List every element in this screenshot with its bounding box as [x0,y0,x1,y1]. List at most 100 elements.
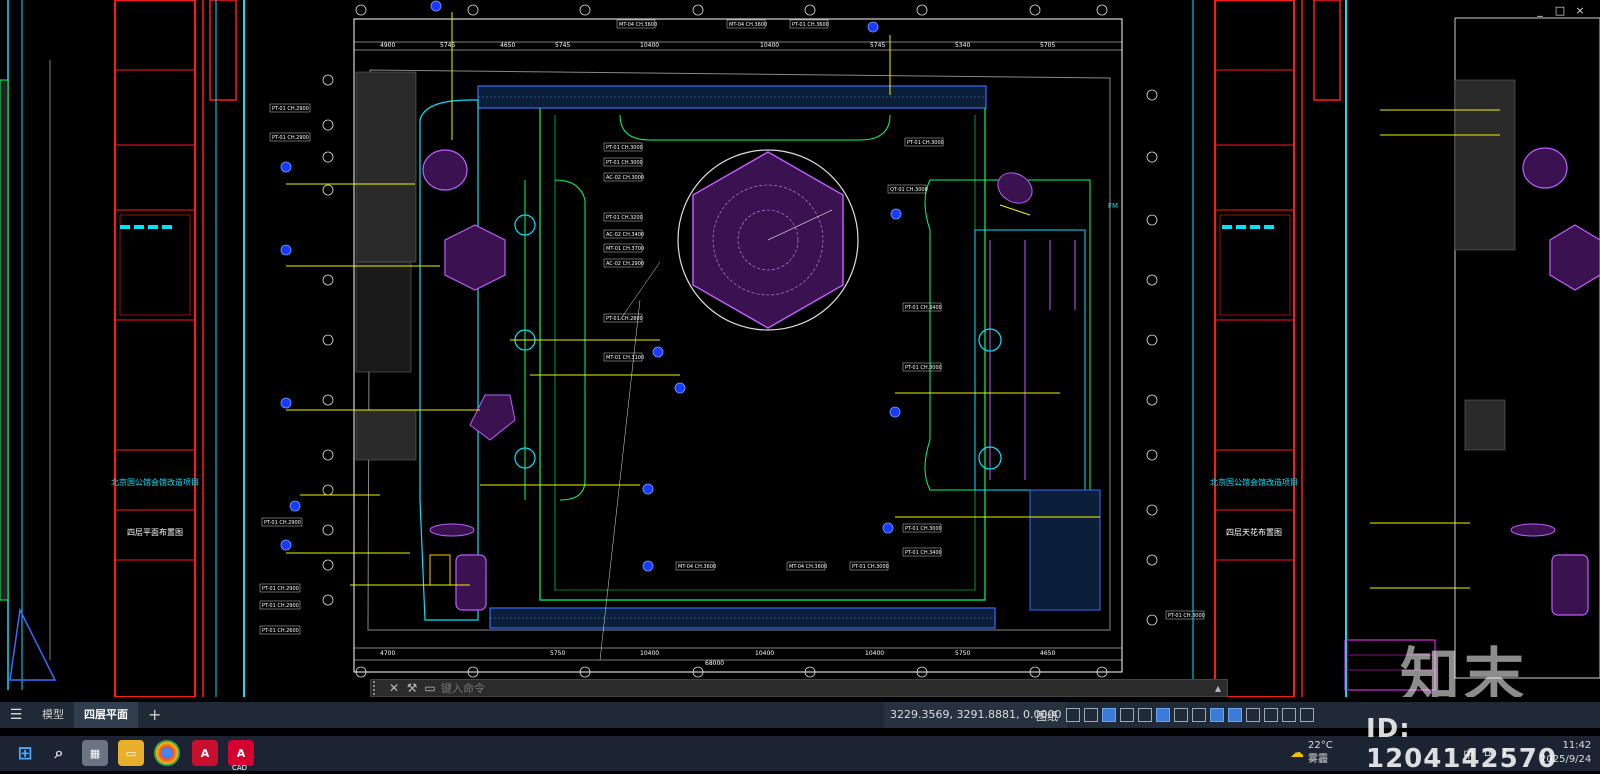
svg-text:5745: 5745 [870,42,885,49]
tag-mid-7: AC-02 CH.2900 [603,258,644,268]
svg-text:PT-01 CH.2900: PT-01 CH.2900 [262,586,299,592]
svg-text:PT-01 CH.3400: PT-01 CH.3400 [905,550,942,556]
status-toggle-icons: 图纸 [1036,702,1314,728]
tag-mid-2: PT-01 CH.3000 [603,157,643,167]
watermark-logo: 知末 [1400,642,1528,697]
command-line-grip[interactable] [373,681,381,695]
tag-mid-6: MT-01 CH.3700 [603,243,644,253]
svg-text:5745: 5745 [555,42,570,49]
close-icon[interactable]: ✕ [385,681,403,695]
paper-label[interactable]: 图纸 [1036,708,1058,723]
tag-left-2: PT-01 CH.2900 [269,132,311,142]
watermark-id: ID: 1204142570 [1366,714,1557,774]
tag-left-6: PT-01 CH.2600 [259,625,301,635]
right-partial-sheet [1344,17,1600,691]
bottom-dimension-labels: 4700 5750 10400 10400 10400 5750 4650 68… [380,650,1055,667]
chevron-up-icon[interactable]: ▴ [1209,681,1227,695]
svg-text:PT-01 CH.3000: PT-01 CH.3000 [905,526,942,532]
minimize-button[interactable]: _ [1534,4,1546,17]
lineweight-icon[interactable] [1192,708,1206,722]
svg-text:AC-02 CH.2900: AC-02 CH.2900 [606,261,644,267]
tag-left-3: PT-01 CH.2900 [261,517,303,527]
svg-text:AC-02 CH.3400: AC-02 CH.3400 [606,232,644,238]
cad-drawing-canvas[interactable]: 北京国公馆会馆改造项目 四层平面布置图 4900 5745 4650 5745 … [0,0,1600,697]
tag-left-4: PT-01 CH.2900 [259,583,301,593]
svg-text:10400: 10400 [640,42,659,49]
add-layout-button[interactable]: + [138,702,171,728]
svg-text:4700: 4700 [380,650,395,657]
close-button[interactable]: × [1574,4,1586,17]
tag-right-5: PT-01 CH.3000 [902,523,942,533]
weather-icon[interactable]: ☁ [1284,740,1310,766]
svg-text:10400: 10400 [640,650,659,657]
windows-taskbar: ⊞ ⌕ ▦ ▭ A A CAD ☁ 22°C 雾霾 ^ 中 ⌂ ♪ 11:42 … [0,736,1600,772]
tag-left-5: PT-01 CH.2900 [259,600,301,610]
customize-icon[interactable] [1300,708,1314,722]
window-controls: _ □ × [1534,4,1586,17]
svg-text:PT-01 CH.2900: PT-01 CH.2900 [272,106,309,112]
svg-text:AC-02 CH.3000: AC-02 CH.3000 [606,175,644,181]
svg-text:4650: 4650 [500,42,515,49]
tag-mid-3: AC-02 CH.3000 [603,172,644,182]
command-line: ✕ ⚒ ▭ ▴ [370,679,1228,697]
tag-top-2: MT-04 CH.3600 [726,19,767,29]
tag-bottom-2: MT-04 CH.3600 [786,561,827,571]
annotation-scale-icon[interactable] [1246,708,1260,722]
search-icon[interactable]: ⌕ [46,740,72,766]
isolate-icon[interactable] [1282,708,1296,722]
file-explorer-icon[interactable]: ▭ [118,740,144,766]
tab-layout-4f[interactable]: 四层平面 [74,702,138,728]
otrack-icon[interactable] [1156,708,1170,722]
tag-bottom-3: PT-01 CH.3000 [849,561,889,571]
wrench-icon[interactable]: ⚒ [403,681,421,695]
transparency-icon[interactable] [1210,708,1224,722]
tag-left-1: PT-01 CH.2900 [269,103,311,113]
svg-text:4650: 4650 [1040,650,1055,657]
selection-cycling-icon[interactable] [1228,708,1242,722]
svg-text:MT-04 CH.3600: MT-04 CH.3600 [789,564,827,570]
grid-icon[interactable] [1084,708,1098,722]
tag-right-4: PT-01 CH.3000 [902,362,942,372]
tag-mid-4: PT-01 CH.3200 [603,212,643,222]
svg-text:MT-04 CH.3600: MT-04 CH.3600 [729,22,767,28]
main-plan: 4900 5745 4650 5745 10400 10400 5745 534… [259,0,1205,678]
ortho-icon[interactable] [1102,708,1116,722]
floor-plan-drawing: 北京国公馆会馆改造项目 四层平面布置图 4900 5745 4650 5745 … [0,0,1600,697]
maximize-button[interactable]: □ [1554,4,1566,17]
windows-start-icon[interactable]: ⊞ [12,740,38,766]
svg-text:PT-01 CH.2600: PT-01 CH.2600 [262,628,299,634]
svg-text:PT-01 CH.2800: PT-01 CH.2800 [606,316,643,322]
tag-mid-1: PT-01 CH.3000 [603,142,643,152]
menu-icon[interactable]: ☰ [0,707,32,723]
svg-text:5745: 5745 [440,42,455,49]
tag-mid-8: PT-01 CH.2800 [603,313,643,323]
command-prompt-icon[interactable]: ▭ [421,681,439,695]
svg-text:PT-01 CH.3600: PT-01 CH.3600 [792,22,829,28]
left-title-block: 北京国公馆会馆改造项目 四层平面布置图 [111,0,245,697]
svg-text:10400: 10400 [865,650,884,657]
autocad-icon[interactable]: A [228,740,254,766]
workspace-icon[interactable] [1264,708,1278,722]
tab-model[interactable]: 模型 [32,702,74,728]
polar-icon[interactable] [1120,708,1134,722]
weather-widget[interactable]: 22°C 雾霾 [1308,739,1333,767]
calculator-icon[interactable]: ▦ [82,740,108,766]
svg-text:5340: 5340 [955,42,970,49]
svg-text:5750: 5750 [955,650,970,657]
svg-text:PT-01 CH.3000: PT-01 CH.3000 [852,564,889,570]
osnap-icon[interactable] [1138,708,1152,722]
left-partial-sheet [0,0,57,690]
snap-icon[interactable] [1066,708,1080,722]
svg-text:PT-01 CH.2900: PT-01 CH.2900 [264,520,301,526]
svg-text:4900: 4900 [380,42,395,49]
svg-text:PT-01 CH.2900: PT-01 CH.2900 [262,603,299,609]
right-drawing-title: 四层天花布置图 [1226,527,1282,537]
tag-right-6: PT-01 CH.3400 [902,547,942,557]
svg-text:PT-01 CH.2900: PT-01 CH.2900 [272,135,309,141]
acrobat-icon[interactable]: A [192,740,218,766]
dynamic-input-icon[interactable] [1174,708,1188,722]
command-input[interactable] [439,680,1209,696]
tag-right-7: PT-01 CH.3000 [1165,610,1205,620]
chrome-icon[interactable] [154,740,180,766]
fm-label: FM [1108,202,1118,210]
